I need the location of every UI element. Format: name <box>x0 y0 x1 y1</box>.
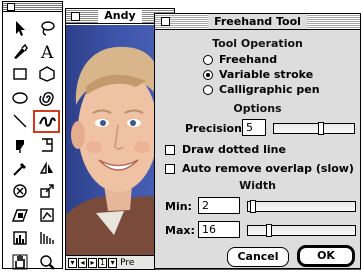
text-tool-button[interactable]: A <box>33 39 60 62</box>
min-label: Min: <box>165 200 192 213</box>
draw-dotted-line-checkbox[interactable] <box>165 145 175 155</box>
rectangle-tool-button[interactable] <box>6 63 33 86</box>
freehand-tool-button[interactable] <box>33 109 60 133</box>
rotate-tool-button[interactable] <box>6 180 33 203</box>
chart-tool-icon <box>12 231 27 245</box>
radio-freehand-button[interactable] <box>203 54 213 65</box>
radio-variable-stroke-button[interactable] <box>203 69 213 80</box>
min-width-slider-thumb[interactable] <box>250 200 256 213</box>
document-title: Andy <box>98 9 142 23</box>
svg-text:A: A <box>40 43 54 60</box>
freehand-tool-icon <box>38 117 56 127</box>
precision-label: Precision: <box>185 122 247 135</box>
blend-tool-button[interactable] <box>33 227 60 250</box>
page-number[interactable]: 1 <box>98 257 108 268</box>
toolbox-titlebar[interactable] <box>3 2 62 12</box>
pen-tool-button[interactable] <box>6 39 33 62</box>
spiral-tool-icon <box>38 91 54 106</box>
trace-tool-icon <box>39 208 54 222</box>
hand-tool-button[interactable] <box>6 250 33 273</box>
reflect-tool-icon <box>39 161 53 174</box>
min-width-slider[interactable] <box>247 200 356 213</box>
hand-tool-icon <box>12 254 27 270</box>
rectangle-tool-icon <box>12 68 27 81</box>
spiral-tool-button[interactable] <box>33 86 60 109</box>
radio-variable-stroke-label: Variable stroke <box>219 68 314 81</box>
polygon-tool-button[interactable] <box>33 63 60 86</box>
pointer-tool-button[interactable] <box>6 16 33 39</box>
eyedropper-tool-button[interactable] <box>6 156 33 179</box>
scale-tool-icon <box>39 184 54 199</box>
dialog-title: Freehand Tool <box>208 14 307 29</box>
knife-tool-button[interactable] <box>33 133 60 156</box>
max-label: Max: <box>165 224 195 237</box>
draw-dotted-line-label: Draw dotted line <box>182 143 286 156</box>
zoom-tool-button[interactable] <box>33 250 60 273</box>
reflect-tool-button[interactable] <box>33 156 60 179</box>
radio-calligraphic-pen[interactable]: Calligraphic pen <box>203 83 320 96</box>
pen-tool-icon <box>13 43 28 60</box>
ellipse-tool-icon <box>11 92 28 104</box>
max-width-slider-thumb[interactable] <box>266 224 272 237</box>
bezigon-tool-button[interactable] <box>6 133 33 156</box>
toolbox-close-box[interactable] <box>7 3 15 11</box>
cancel-button[interactable]: Cancel <box>227 247 289 267</box>
polygon-tool-icon <box>38 66 55 83</box>
prev-page-icon[interactable]: ◂ <box>78 257 87 268</box>
skew-tool-button[interactable] <box>6 203 33 226</box>
page-menu-arrow-icon[interactable]: ▾ <box>68 257 77 268</box>
next-page-icon[interactable]: ▸ <box>88 257 97 268</box>
toolbox-palette: A <box>2 1 63 270</box>
radio-calligraphic-pen-button[interactable] <box>203 84 213 95</box>
line-tool-icon <box>13 114 26 128</box>
scale-tool-button[interactable] <box>33 180 60 203</box>
zoom-tool-icon <box>39 254 55 270</box>
chart-tool-button[interactable] <box>6 227 33 250</box>
radio-freehand-label: Freehand <box>219 53 278 66</box>
radio-freehand[interactable]: Freehand <box>203 53 277 66</box>
lasso-tool-button[interactable] <box>33 16 60 39</box>
line-tool-button[interactable] <box>6 110 33 133</box>
ellipse-tool-button[interactable] <box>6 86 33 109</box>
page-dropdown-icon[interactable]: ▾ <box>108 257 118 268</box>
auto-remove-overlap-label: Auto remove overlap (slow) <box>182 162 354 175</box>
precision-field[interactable]: 5 <box>242 119 266 136</box>
blend-tool-icon <box>39 232 54 245</box>
min-width-field[interactable]: 2 <box>198 197 240 214</box>
bezigon-tool-icon <box>15 139 24 153</box>
tool-operation-heading: Tool Operation <box>212 37 303 50</box>
radio-calligraphic-pen-label: Calligraphic pen <box>219 83 320 96</box>
precision-slider-thumb[interactable] <box>318 122 324 135</box>
max-width-slider[interactable] <box>247 224 356 237</box>
tool-grid: A <box>6 16 60 273</box>
width-heading: Width <box>239 179 276 192</box>
auto-remove-overlap-checkbox[interactable] <box>165 164 175 174</box>
rotate-tool-icon <box>12 184 27 199</box>
dialog-close-box[interactable] <box>161 17 170 26</box>
options-heading: Options <box>233 102 282 115</box>
document-close-box[interactable] <box>71 12 80 21</box>
dialog-titlebar[interactable]: Freehand Tool <box>155 14 360 30</box>
ok-button[interactable]: OK <box>298 246 354 266</box>
max-width-field[interactable]: 16 <box>198 221 240 238</box>
skew-tool-icon <box>11 209 28 222</box>
knife-tool-icon <box>41 137 53 152</box>
radio-variable-stroke[interactable]: Variable stroke <box>203 68 313 81</box>
trace-tool-button[interactable] <box>33 203 60 226</box>
eyedropper-tool-icon <box>12 163 26 176</box>
freehand-tool-dialog: Freehand Tool Tool Operation Freehand Va… <box>154 13 361 269</box>
lasso-tool-icon <box>40 20 55 36</box>
pointer-tool-icon <box>15 20 25 36</box>
precision-slider[interactable] <box>273 122 355 135</box>
text-tool-icon: A <box>40 43 54 60</box>
view-mode-text[interactable]: Pre <box>120 258 134 268</box>
